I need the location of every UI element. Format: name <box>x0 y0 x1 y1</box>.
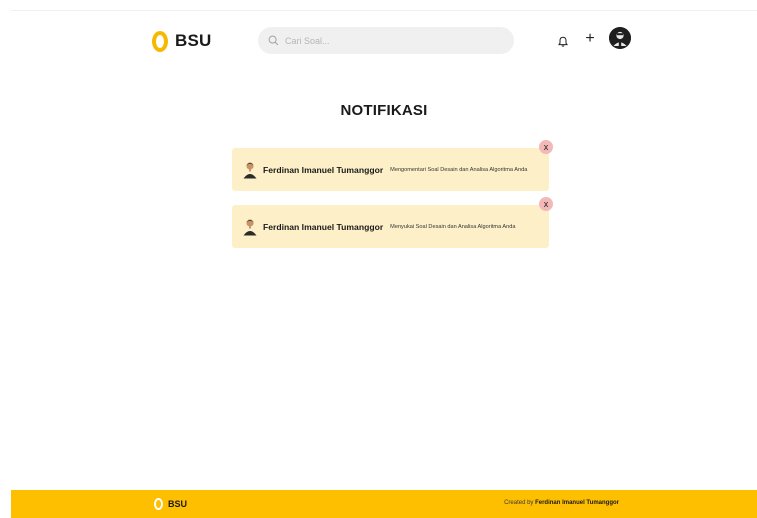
footer-credit-author: Ferdinan Imanuel Tumanggor <box>535 500 619 506</box>
logo-ring-icon <box>152 30 168 52</box>
notification-message: Mengomentari Soal Desain dan Analisa Alg… <box>390 166 528 173</box>
top-navbar: BSU + <box>11 11 757 69</box>
notification-sender-name[interactable]: Ferdinan Imanuel Tumanggor <box>263 165 383 175</box>
close-notification-button[interactable]: x <box>539 140 553 154</box>
notification-item[interactable]: Ferdinan Imanuel Tumanggor Mengomentari … <box>232 140 553 191</box>
close-notification-button[interactable]: x <box>539 197 553 211</box>
add-question-button[interactable]: + <box>583 30 597 48</box>
brand-logo[interactable]: BSU <box>152 29 212 53</box>
footer-logo[interactable]: BSU <box>154 498 187 510</box>
browser-frame: BSU + <box>0 0 757 518</box>
footer-logo-ring-icon <box>154 498 163 510</box>
notification-message: Menyukai Soal Desain dan Analisa Algorit… <box>390 223 516 230</box>
page-title: NOTIFIKASI <box>340 102 428 119</box>
footer-credit: Created by Ferdinan Imanuel Tumanggor <box>504 500 619 506</box>
footer-credit-prefix: Created by <box>504 500 536 506</box>
search-bar[interactable] <box>258 27 514 54</box>
notification-avatar-icon <box>242 218 258 236</box>
app-container: BSU + <box>11 10 757 518</box>
notification-item[interactable]: Ferdinan Imanuel Tumanggor Menyukai Soal… <box>232 197 553 248</box>
notification-avatar-icon <box>242 161 258 179</box>
bell-icon[interactable] <box>557 35 569 47</box>
footer-logo-text: BSU <box>168 499 188 509</box>
search-icon <box>268 35 279 46</box>
user-avatar[interactable] <box>609 27 631 49</box>
footer: BSU Created by Ferdinan Imanuel Tumanggo… <box>11 490 757 518</box>
search-input[interactable] <box>285 35 485 46</box>
logo-text: BSU <box>175 31 212 50</box>
notification-sender-name[interactable]: Ferdinan Imanuel Tumanggor <box>263 222 383 232</box>
